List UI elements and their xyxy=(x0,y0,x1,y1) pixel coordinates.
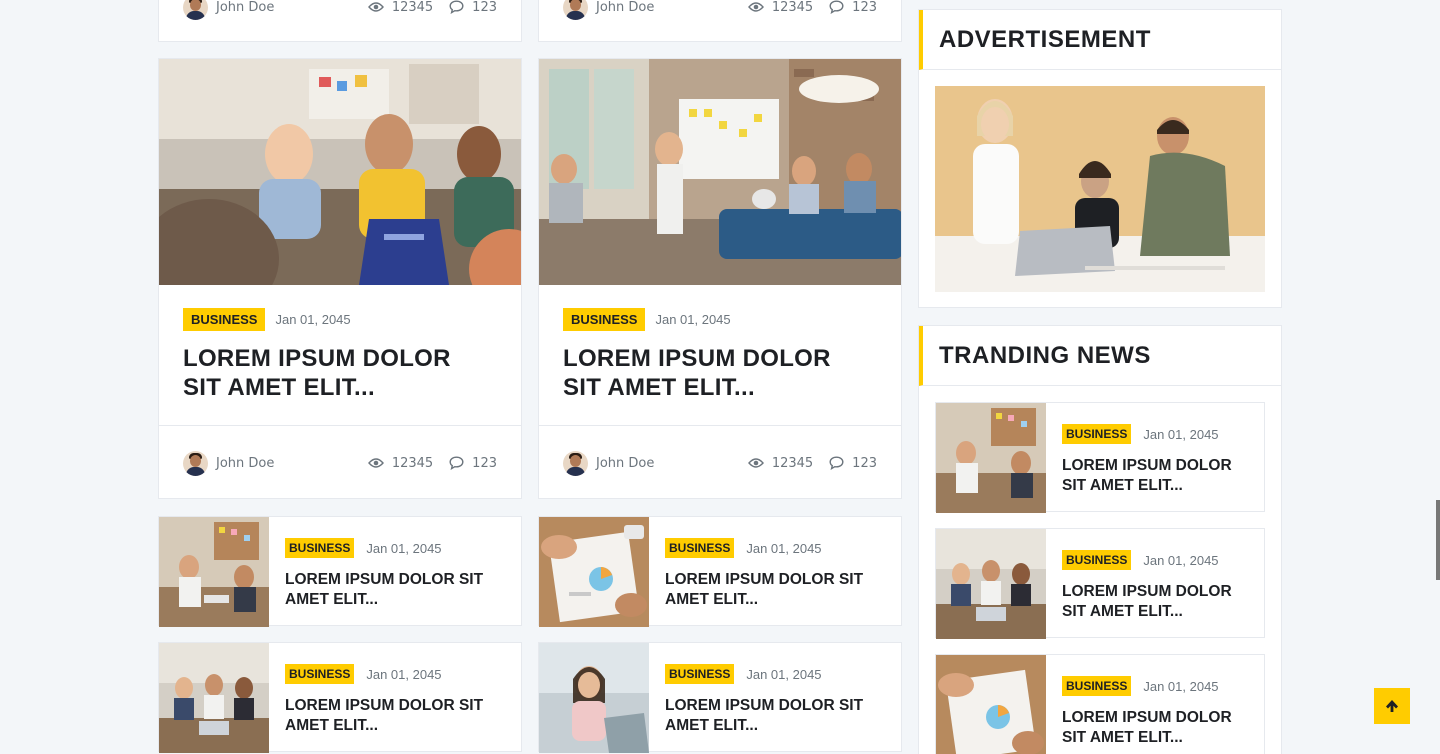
post-title[interactable]: LOREM IPSUM DOLOR SIT AMET ELIT... xyxy=(1062,456,1256,496)
author-name[interactable]: John Doe xyxy=(596,0,732,15)
post-image-team-meeting[interactable] xyxy=(159,59,521,285)
comment-icon xyxy=(449,0,464,14)
small-post-card-3: BUSINESS Jan 01, 2045 LOREM IPSUM DOLOR … xyxy=(158,642,522,753)
post-thumbnail[interactable] xyxy=(159,643,269,753)
author-avatar xyxy=(563,0,588,20)
category-badge[interactable]: BUSINESS xyxy=(1062,676,1132,696)
featured-post-card-1: BUSINESS Jan 01, 2045 LOREM IPSUM DOLOR … xyxy=(158,58,522,499)
eye-icon xyxy=(747,458,764,468)
category-badge[interactable]: BUSINESS xyxy=(665,664,735,684)
category-badge[interactable]: BUSINESS xyxy=(1062,550,1132,570)
post-date: Jan 01, 2045 xyxy=(746,540,822,556)
advertisement-banner[interactable] xyxy=(935,86,1265,292)
back-to-top-button[interactable] xyxy=(1374,688,1410,724)
small-post-card-4: BUSINESS Jan 01, 2045 LOREM IPSUM DOLOR … xyxy=(538,642,902,753)
advertisement-widget: ADVERTISEMENT xyxy=(918,9,1282,308)
trending-news-heading: TRANDING NEWS xyxy=(919,326,1281,386)
card-divider xyxy=(159,425,521,426)
view-count: 12345 xyxy=(367,0,433,15)
eye-icon xyxy=(367,458,384,468)
post-card-top-1: John Doe 12345 123 xyxy=(158,0,522,42)
view-count: 12345 xyxy=(367,456,433,471)
author-name[interactable]: John Doe xyxy=(216,456,352,471)
category-badge[interactable]: BUSINESS xyxy=(285,538,355,558)
small-post-card-2: BUSINESS Jan 01, 2045 LOREM IPSUM DOLOR … xyxy=(538,516,902,627)
post-thumbnail[interactable] xyxy=(539,517,649,627)
post-date: Jan 01, 2045 xyxy=(366,540,442,556)
author-name[interactable]: John Doe xyxy=(216,0,352,15)
comment-count: 123 xyxy=(829,456,877,471)
view-count: 12345 xyxy=(747,456,813,471)
post-thumbnail[interactable] xyxy=(936,529,1046,639)
post-date: Jan 01, 2045 xyxy=(366,666,442,682)
category-badge[interactable]: BUSINESS xyxy=(183,308,266,331)
author-avatar xyxy=(183,450,208,476)
post-title[interactable]: LOREM IPSUM DOLOR SIT AMET ELIT... xyxy=(285,696,513,736)
eye-icon xyxy=(367,2,384,12)
post-title[interactable]: LOREM IPSUM DOLOR SIT AMET ELIT... xyxy=(285,570,513,610)
trending-item-3: BUSINESS Jan 01, 2045 LOREM IPSUM DOLOR … xyxy=(935,654,1265,754)
comment-count: 123 xyxy=(829,0,877,15)
category-badge[interactable]: BUSINESS xyxy=(285,664,355,684)
advertisement-heading: ADVERTISEMENT xyxy=(919,10,1281,70)
post-date: Jan 01, 2045 xyxy=(746,666,822,682)
card-divider xyxy=(539,425,901,426)
comment-icon xyxy=(829,456,844,470)
trending-news-widget: TRANDING NEWS BUSINESS Jan 01, 2045 LORE… xyxy=(918,325,1282,754)
comment-count: 123 xyxy=(449,0,497,15)
arrow-up-icon xyxy=(1386,700,1398,712)
category-badge[interactable]: BUSINESS xyxy=(1062,424,1132,444)
trending-item-1: BUSINESS Jan 01, 2045 LOREM IPSUM DOLOR … xyxy=(935,402,1265,513)
eye-icon xyxy=(747,2,764,12)
post-card-top-2: John Doe 12345 123 xyxy=(538,0,902,42)
post-thumbnail[interactable] xyxy=(936,655,1046,754)
post-thumbnail[interactable] xyxy=(936,403,1046,513)
post-title[interactable]: LOREM IPSUM DOLOR SIT AMET ELIT... xyxy=(563,344,877,402)
post-title[interactable]: LOREM IPSUM DOLOR SIT AMET ELIT... xyxy=(665,696,893,736)
post-date: Jan 01, 2045 xyxy=(1143,678,1219,694)
view-count: 12345 xyxy=(747,0,813,15)
comment-icon xyxy=(449,456,464,470)
post-title[interactable]: LOREM IPSUM DOLOR SIT AMET ELIT... xyxy=(665,570,893,610)
featured-post-card-2: BUSINESS Jan 01, 2045 LOREM IPSUM DOLOR … xyxy=(538,58,902,499)
post-thumbnail[interactable] xyxy=(159,517,269,627)
post-title[interactable]: LOREM IPSUM DOLOR SIT AMET ELIT... xyxy=(1062,582,1256,622)
post-title[interactable]: LOREM IPSUM DOLOR SIT AMET ELIT... xyxy=(1062,708,1256,748)
page-scrollbar[interactable] xyxy=(1436,500,1440,580)
post-date: Jan 01, 2045 xyxy=(1143,552,1219,568)
post-thumbnail[interactable] xyxy=(539,643,649,753)
comment-count: 123 xyxy=(449,456,497,471)
post-date: Jan 01, 2045 xyxy=(275,312,351,327)
category-badge[interactable]: BUSINESS xyxy=(563,308,646,331)
post-date: Jan 01, 2045 xyxy=(655,312,731,327)
post-image-whiteboard[interactable] xyxy=(539,59,901,285)
author-avatar xyxy=(563,450,588,476)
comment-icon xyxy=(829,0,844,14)
author-name[interactable]: John Doe xyxy=(596,456,732,471)
post-title[interactable]: LOREM IPSUM DOLOR SIT AMET ELIT... xyxy=(183,344,497,402)
category-badge[interactable]: BUSINESS xyxy=(665,538,735,558)
author-avatar xyxy=(183,0,208,20)
post-date: Jan 01, 2045 xyxy=(1143,426,1219,442)
small-post-card-1: BUSINESS Jan 01, 2045 LOREM IPSUM DOLOR … xyxy=(158,516,522,627)
trending-item-2: BUSINESS Jan 01, 2045 LOREM IPSUM DOLOR … xyxy=(935,528,1265,639)
